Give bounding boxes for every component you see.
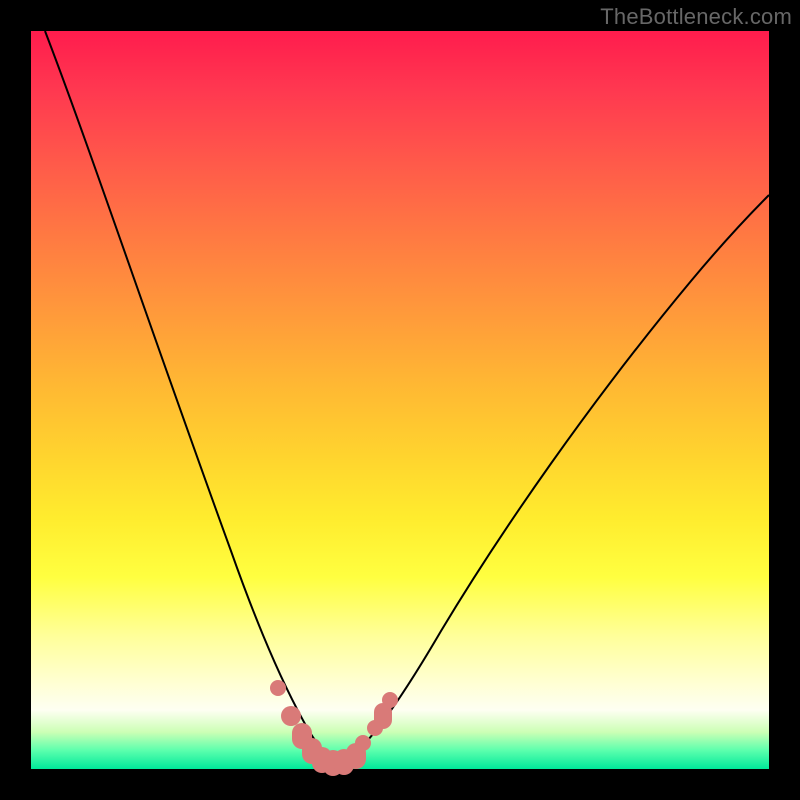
chart-frame: TheBottleneck.com line: [0, 0, 800, 800]
marker-dot: [281, 706, 301, 726]
attribution-watermark: TheBottleneck.com: [600, 4, 792, 30]
chart-overlay: [31, 31, 769, 769]
bottleneck-curve: [45, 31, 769, 761]
marker-dot: [382, 692, 398, 708]
marker-dot: [270, 680, 286, 696]
marker-dot: [355, 735, 371, 751]
